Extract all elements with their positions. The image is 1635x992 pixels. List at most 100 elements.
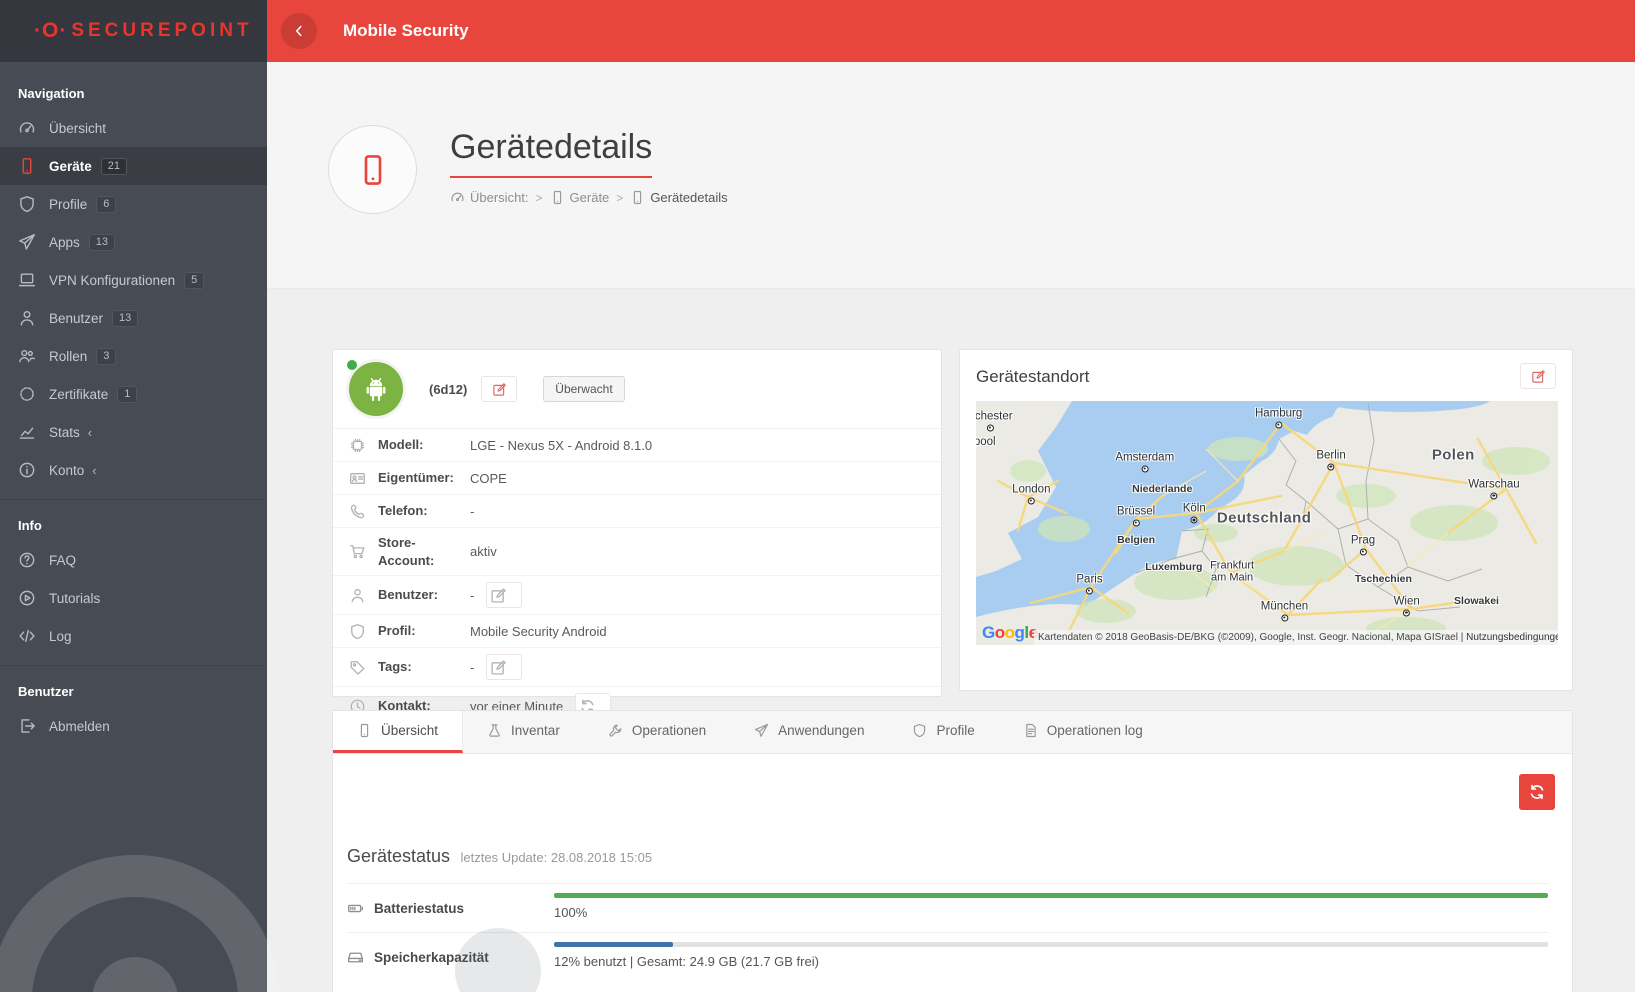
tab-anwendungen[interactable]: Anwendungen	[730, 711, 888, 753]
laptop-icon	[18, 271, 36, 289]
sidebar-item-label: Stats	[49, 425, 80, 440]
device-status-rows: Batteriestatus100%Speicherkapazität12% b…	[347, 883, 1548, 981]
back-button[interactable]	[281, 13, 317, 49]
sidebar-item-profile[interactable]: Profile6	[0, 185, 267, 223]
battery-icon	[347, 900, 364, 917]
progress-text: 100%	[554, 905, 1548, 920]
sidebar-item-bersicht[interactable]: Übersicht	[0, 109, 267, 147]
map-attribution-text: Kartendaten © 2018 GeoBasis-DE/BKG (©200…	[1038, 632, 1458, 643]
breadcrumb: Übersicht:>Geräte>Gerätedetails	[450, 190, 728, 205]
detail-label: Tags:	[378, 658, 470, 676]
count-badge: 13	[112, 310, 138, 327]
sidebar-item-apps[interactable]: Apps 13	[0, 223, 267, 261]
map-terms-link[interactable]: Nutzungsbedingungen	[1466, 632, 1558, 643]
tab-label: Operationen	[632, 723, 706, 738]
sidebar-nav: NavigationÜbersichtGeräte21Profile6Apps1…	[0, 62, 267, 745]
page-header: Gerätedetails Übersicht:>Geräte>Gerätede…	[267, 62, 1635, 289]
detail-value: LGE - Nexus 5X - Android 8.1.0	[470, 438, 652, 453]
sidebar-item-konto[interactable]: Konto‹	[0, 451, 267, 489]
sidebar-item-stats[interactable]: Stats‹	[0, 413, 267, 451]
edit-tags-button[interactable]	[486, 654, 522, 680]
count-badge: 5	[184, 272, 204, 289]
status-bar-col: 100%	[554, 893, 1548, 920]
map-basemap	[976, 401, 1558, 645]
brand-logo[interactable]: ·O· SECUREPOINT	[0, 0, 267, 62]
edit-icon	[492, 382, 507, 397]
detail-value: COPE	[470, 471, 507, 486]
play-icon	[18, 589, 36, 607]
main-content: Gerätedetails Übersicht:>Geräte>Gerätede…	[267, 62, 1635, 992]
tabstrip: Übersicht Inventar Operationen Anwendungen P…	[333, 711, 1572, 754]
breadcrumb-item-ger-te[interactable]: Geräte	[550, 190, 610, 205]
shield-icon	[349, 623, 366, 640]
sidebar-item-ger-te[interactable]: Geräte21	[0, 147, 267, 185]
id-card-icon	[349, 470, 366, 487]
sidebar-item-zertifikate[interactable]: Zertifikate1	[0, 375, 267, 413]
edit-benutzer-button[interactable]	[486, 582, 522, 608]
progress-bar-fill	[554, 942, 673, 947]
tab-label: Übersicht	[381, 723, 438, 738]
map[interactable]: nchesterpoolHamburgAmsterdamNiederlandeB…	[976, 401, 1558, 645]
refresh-icon	[1528, 783, 1546, 801]
breadcrumb-item-ger-tedetails: Gerätedetails	[630, 190, 727, 205]
user-icon	[349, 587, 366, 604]
user-icon	[18, 309, 36, 327]
sidebar-item-vpn-konfigurationen[interactable]: VPN Konfigurationen5	[0, 261, 267, 299]
device-status-title: Gerätestatus	[347, 846, 450, 866]
count-badge: 13	[89, 234, 115, 251]
sidebar-item-abmelden[interactable]: Abmelden	[0, 707, 267, 745]
page-title: Gerätedetails	[450, 128, 652, 178]
question-icon	[18, 551, 36, 569]
tab-bersicht[interactable]: Übersicht	[333, 711, 463, 753]
sidebar-section-header: Benutzer	[0, 668, 267, 707]
phone-icon	[18, 157, 36, 175]
count-badge: 6	[96, 196, 116, 213]
detail-label: Profil:	[378, 622, 470, 640]
count-badge: 3	[96, 348, 116, 365]
sidebar-item-label: Log	[49, 629, 72, 644]
edit-device-name-button[interactable]	[481, 376, 517, 402]
tab-content-uebersicht: Gerätestatus letztes Update: 28.08.2018 …	[333, 754, 1572, 981]
status-row-batteriestatus: Batteriestatus100%	[347, 883, 1548, 932]
sidebar-item-faq[interactable]: FAQ	[0, 541, 267, 579]
refresh-status-button[interactable]	[1519, 774, 1555, 810]
tab-operationen[interactable]: Operationen	[584, 711, 730, 753]
tab-profile[interactable]: Profile	[888, 711, 998, 753]
tag-icon	[349, 659, 366, 676]
sidebar-item-label: Apps	[49, 235, 80, 250]
page-avatar	[328, 125, 417, 214]
sidebar-item-rollen[interactable]: Rollen 3	[0, 337, 267, 375]
brand-logo-mark: ·O·	[34, 19, 67, 43]
sidebar-item-tutorials[interactable]: Tutorials	[0, 579, 267, 617]
tab-operationen-log[interactable]: Operationen log	[999, 711, 1167, 753]
detail-label: Benutzer:	[378, 586, 470, 604]
device-info-card: (6d12) Überwacht Modell:LGE - Nexus 5X -…	[332, 349, 942, 697]
tab-label: Profile	[936, 723, 974, 738]
topbar: Mobile Security	[267, 0, 1635, 62]
device-detail-row-profil: Profil:Mobile Security Android	[333, 615, 941, 648]
progress-bar	[554, 893, 1548, 898]
breadcrumb-label: Gerätedetails	[650, 190, 727, 205]
sidebar-item-label: Rollen	[49, 349, 87, 364]
device-location-card: Gerätestandort	[959, 349, 1573, 691]
sidebar-item-label: Benutzer	[49, 311, 103, 326]
rosette-icon	[18, 385, 36, 403]
users-icon	[18, 347, 36, 365]
device-detail-row-tags: Tags:-	[333, 648, 941, 687]
google-logo[interactable]: Google	[982, 623, 1038, 643]
supervised-badge[interactable]: Überwacht	[543, 376, 624, 402]
online-status-dot	[347, 360, 357, 370]
sidebar-item-log[interactable]: Log	[0, 617, 267, 655]
status-label: Batteriestatus	[347, 893, 554, 920]
edit-location-button[interactable]	[1520, 363, 1556, 389]
sidebar-item-label: Abmelden	[49, 719, 110, 734]
detail-label: Telefon:	[378, 502, 470, 520]
android-icon	[361, 374, 391, 404]
tab-inventar[interactable]: Inventar	[463, 711, 584, 753]
sidebar-item-label: Übersicht	[49, 121, 106, 136]
sidebar-item-benutzer[interactable]: Benutzer 13	[0, 299, 267, 337]
breadcrumb-item-bersicht[interactable]: Übersicht:	[450, 190, 529, 205]
flask-icon	[487, 723, 502, 738]
edit-icon	[1531, 369, 1546, 384]
smartphone-icon	[356, 147, 390, 193]
